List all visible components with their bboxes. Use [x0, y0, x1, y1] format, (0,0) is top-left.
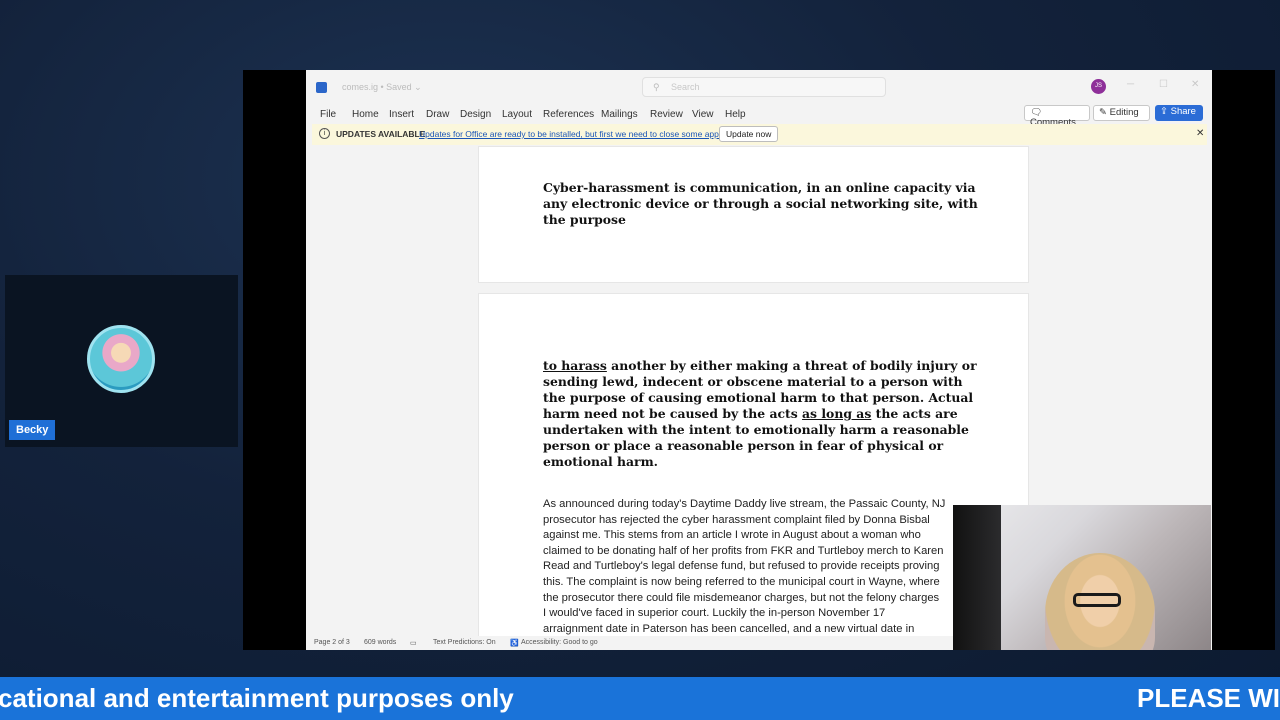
close-window-icon[interactable]: ✕	[1191, 79, 1199, 90]
word-count[interactable]: 609 words	[364, 639, 396, 646]
close-icon[interactable]: ✕	[1196, 128, 1204, 139]
body-line: prosecutor has rejected the cyber harass…	[543, 513, 930, 526]
share-button[interactable]: ⇪ Share	[1155, 105, 1203, 121]
proofing-icon[interactable]: ▭	[410, 639, 417, 647]
webcam-video	[953, 505, 1211, 650]
tab-draw[interactable]: Draw	[426, 109, 449, 120]
body-line: claimed to be donating half of her profi…	[543, 544, 944, 557]
body-line: the prosecutor there could file misdemea…	[543, 591, 940, 604]
tab-help[interactable]: Help	[725, 109, 746, 120]
tab-references[interactable]: References	[543, 109, 594, 120]
share-label: Share	[1170, 106, 1196, 117]
editing-label: Editing	[1109, 107, 1139, 118]
ticker-banner: cational and entertainment purposes only…	[0, 677, 1280, 720]
participant-tile[interactable]: Becky	[5, 275, 238, 447]
accessibility-status[interactable]: Accessibility: Good to go	[521, 639, 598, 646]
tab-mailings[interactable]: Mailings	[601, 109, 638, 120]
maximize-icon[interactable]: ☐	[1159, 79, 1168, 90]
tab-file[interactable]: File	[320, 109, 336, 120]
text-predictions[interactable]: Text Predictions: On	[433, 639, 496, 646]
document-page-2[interactable]: to harass another by either making a thr…	[478, 293, 1029, 650]
webcam-shadow	[953, 505, 1001, 650]
underlined-phrase: as long as	[802, 406, 872, 421]
body-line: Read and Turtleboy's legal defense fund,…	[543, 560, 940, 573]
body-line: As announced during today's Daytime Dadd…	[543, 498, 946, 510]
body-line: this. The complaint is now being referre…	[543, 575, 940, 588]
word-logo-icon	[316, 82, 327, 93]
ticker-text-left: cational and entertainment purposes only	[0, 683, 514, 713]
info-icon: i	[319, 128, 330, 139]
ticker-text-right: PLEASE WIF	[1137, 683, 1280, 713]
accessibility-icon: ♿	[510, 640, 519, 647]
editing-button[interactable]: ✎ Editing	[1093, 105, 1150, 121]
tab-view[interactable]: View	[692, 109, 714, 120]
body-line: arraignment date in Paterson has been ca…	[543, 622, 915, 635]
tab-design[interactable]: Design	[460, 109, 491, 120]
webcam-glasses	[1073, 593, 1121, 607]
page2-body-paragraph: As announced during today's Daytime Dadd…	[543, 497, 973, 637]
participant-name: Becky	[9, 420, 56, 440]
body-line: against me. This stems from an article I…	[543, 529, 921, 542]
search-placeholder: Search	[671, 82, 700, 92]
page1-paragraph: Cyber-harassment is communication, in an…	[543, 180, 978, 227]
tab-home[interactable]: Home	[352, 109, 379, 120]
update-notification-bar: i UPDATES AVAILABLE Updates for Office a…	[312, 124, 1207, 145]
search-input[interactable]: ⚲ Search	[642, 77, 886, 97]
update-title: UPDATES AVAILABLE	[336, 129, 426, 139]
body-line: I would've faced in superior court. Luck…	[543, 607, 886, 620]
page-count[interactable]: Page 2 of 3	[314, 639, 350, 646]
user-avatar[interactable]: JS	[1091, 79, 1106, 94]
title-bar: comes.ig • Saved ⌄ ⚲ Search JS ─ ☐ ✕	[306, 70, 1212, 104]
underlined-phrase: to harass	[543, 358, 607, 373]
document-name[interactable]: comes.ig • Saved ⌄	[342, 82, 422, 93]
minimize-icon[interactable]: ─	[1127, 79, 1134, 90]
search-icon: ⚲	[653, 82, 660, 92]
document-page-1[interactable]: Cyber-harassment is communication, in an…	[478, 146, 1029, 283]
tab-layout[interactable]: Layout	[502, 109, 532, 120]
participant-avatar	[87, 325, 155, 393]
update-now-button[interactable]: Update now	[719, 126, 779, 142]
page2-heading-paragraph: to harass another by either making a thr…	[543, 358, 983, 470]
tab-review[interactable]: Review	[650, 109, 683, 120]
comments-button[interactable]: 🗨 Comments	[1024, 105, 1090, 128]
tab-insert[interactable]: Insert	[389, 109, 414, 120]
update-message-link[interactable]: Updates for Office are ready to be insta…	[419, 129, 725, 139]
